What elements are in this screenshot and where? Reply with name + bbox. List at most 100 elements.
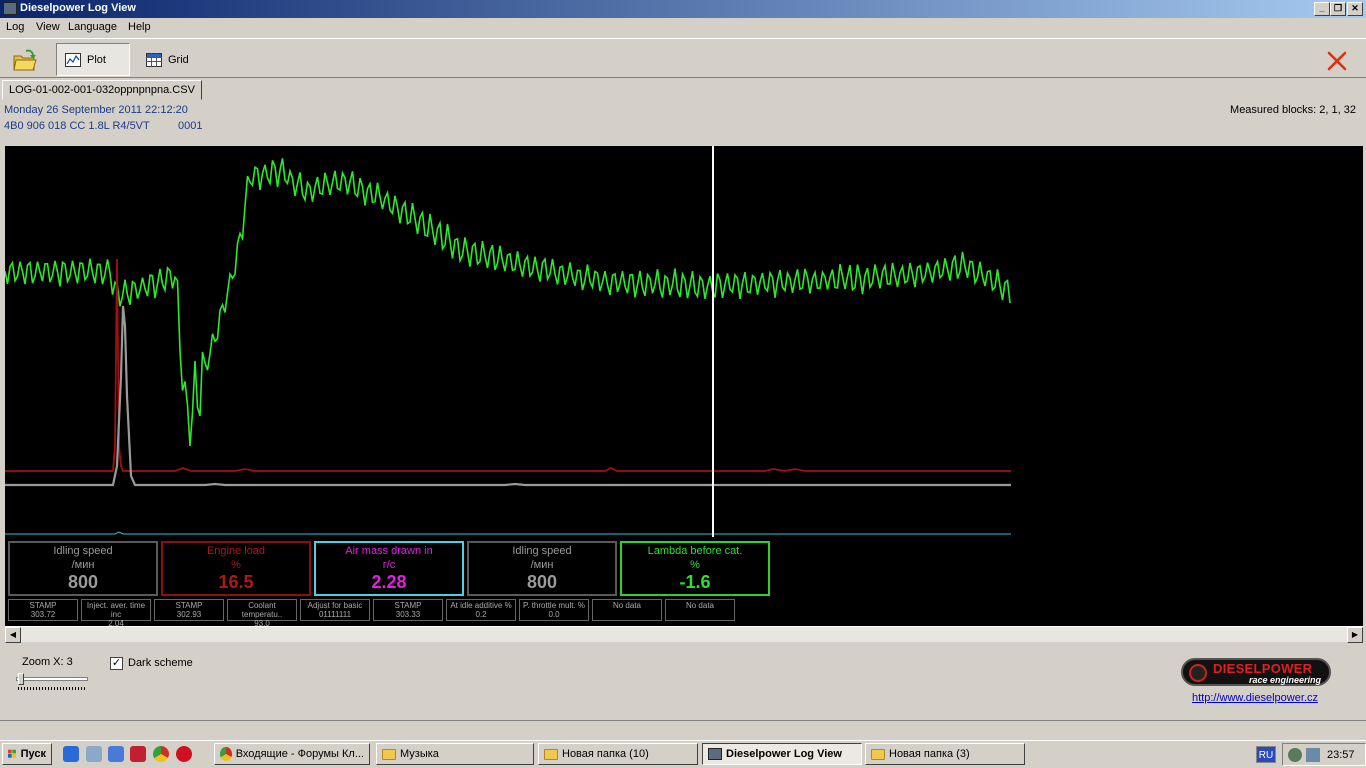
mini-cell: STAMP 303.33 — [373, 599, 443, 621]
mini-name: No data — [685, 601, 715, 610]
tray-network-icon[interactable] — [1306, 748, 1320, 762]
task-label: Новая папка (3) — [889, 748, 970, 760]
gauge-name: Idling speed — [512, 545, 572, 557]
menu-view[interactable]: View — [36, 21, 60, 33]
menu-log[interactable]: Log — [6, 21, 24, 33]
minimize-button[interactable]: _ — [1314, 2, 1330, 16]
task-new-folder-3[interactable]: Новая папка (3) — [865, 743, 1025, 765]
language-indicator[interactable]: RU — [1256, 746, 1276, 763]
clock: 23:57 — [1327, 749, 1355, 761]
mini-name: STAMP — [394, 601, 422, 610]
menu-help[interactable]: Help — [128, 21, 151, 33]
mini-cell: Coolant temperatu.. 93.0 — [227, 599, 297, 628]
mini-cell: STAMP 303.72 — [8, 599, 78, 621]
mini-cell: STAMP 302.93 — [154, 599, 224, 621]
scroll-left-arrow[interactable]: ◀ — [5, 627, 21, 643]
mini-cell: No data — [592, 599, 662, 621]
brand-name: DIESELPOWER — [1213, 661, 1313, 676]
gauge-unit: % — [690, 559, 700, 571]
gauge-panel: Idling speed /мин 800 Engine load % 16.5… — [5, 537, 1363, 628]
dark-scheme-label: Dark scheme — [128, 657, 193, 669]
start-button[interactable]: Пуск — [2, 743, 52, 765]
website-link[interactable]: http://www.dieselpower.cz — [1192, 692, 1318, 704]
mini-value: 303.33 — [395, 610, 421, 619]
mini-value: 0.2 — [475, 610, 487, 619]
gauge-value: 800 — [67, 572, 99, 592]
restore-button[interactable]: ❐ — [1330, 2, 1346, 16]
taskbar: Пуск Входящие - Форумы Кл... Музыка Нова… — [0, 740, 1366, 768]
task-new-folder-10[interactable]: Новая папка (10) — [538, 743, 698, 765]
app-icon — [3, 2, 17, 15]
gauge-air-mass: Air mass drawn in г/с 2.28 — [314, 541, 464, 596]
mini-cell: No data — [665, 599, 735, 621]
gauge-value: -1.6 — [679, 572, 711, 592]
close-window-button[interactable]: ✕ — [1347, 2, 1363, 16]
mini-name: P. throttle mult. % — [522, 601, 586, 610]
gauge-idling-speed-1: Idling speed /мин 800 — [8, 541, 158, 596]
toolbar: Plot Grid — [0, 38, 1366, 78]
gauge-idling-speed-2: Idling speed /мин 800 — [467, 541, 617, 596]
mini-cell: P. throttle mult. % 0.0 — [519, 599, 589, 621]
ecu-id: 4B0 906 018 CC 1.8L R4/5VT — [4, 120, 150, 132]
grid-icon — [146, 52, 162, 67]
gauge-value: 800 — [526, 572, 558, 592]
explorer-icon[interactable] — [108, 746, 124, 762]
task-music[interactable]: Музыка — [376, 743, 534, 765]
menu-language[interactable]: Language — [68, 21, 117, 33]
zoom-slider-thumb[interactable] — [18, 673, 24, 685]
tray-icon[interactable] — [1288, 748, 1302, 762]
close-log-icon[interactable] — [1326, 50, 1348, 72]
plot-area[interactable] — [4, 146, 1363, 537]
task-label: Новая папка (10) — [562, 748, 649, 760]
plot-icon — [65, 52, 81, 67]
mini-name: Adjust for basic — [307, 601, 363, 610]
gauge-name: Idling speed — [53, 545, 113, 557]
title-bar: Dieselpower Log View _ ❐ ✕ — [0, 0, 1366, 18]
plot-button[interactable]: Plot — [56, 43, 130, 76]
chrome-icon[interactable] — [153, 746, 169, 762]
gauge-name: Engine load — [206, 545, 266, 557]
gauge-name: Air mass drawn in — [345, 545, 433, 557]
book-icon[interactable] — [130, 746, 146, 762]
system-tray: 23:57 — [1282, 743, 1366, 766]
mini-name: At idle additive % — [450, 601, 512, 610]
ecu-code: 0001 — [178, 120, 203, 132]
plot-canvas — [4, 146, 1011, 537]
mini-name: No data — [612, 601, 642, 610]
scroll-right-arrow[interactable]: ▶ — [1347, 627, 1363, 643]
opera-icon[interactable] — [176, 746, 192, 762]
zoom-slider[interactable] — [16, 673, 88, 693]
idling-speed-trace — [5, 305, 1011, 487]
open-folder-icon — [13, 49, 37, 70]
mini-cell: At idle additive % 0.2 — [446, 599, 516, 621]
gauge-name: Lambda before cat. — [647, 545, 743, 557]
mini-value: 0.0 — [548, 610, 560, 619]
brand-tagline: race engineering — [1249, 675, 1322, 685]
mini-name: STAMP — [175, 601, 203, 610]
options-panel: Zoom X: 3 ✓ Dark scheme DIESELPOWER race… — [0, 648, 1366, 718]
mini-cell: Adjust for basic 01111111 — [300, 599, 370, 621]
folder-icon — [871, 748, 885, 760]
ie-icon[interactable] — [63, 746, 79, 762]
grid-button[interactable]: Grid — [138, 43, 198, 76]
dark-scheme-checkbox[interactable]: ✓ — [110, 657, 123, 670]
menu-bar: Log View Language Help — [0, 18, 1366, 38]
horizontal-scrollbar[interactable]: ◀ ▶ — [5, 626, 1363, 643]
start-label: Пуск — [20, 748, 46, 760]
gauge-unit: /мин — [71, 559, 95, 571]
mini-name: STAMP — [29, 601, 57, 610]
tab-log-file[interactable]: LOG-01-002-001-032oppnpnpna.CSV — [2, 80, 202, 100]
lambda-trace — [4, 158, 1011, 447]
task-label: Входящие - Форумы Кл... — [235, 748, 364, 760]
measured-blocks: Measured blocks: 2, 1, 32 — [1230, 104, 1356, 116]
grid-label: Grid — [168, 53, 189, 66]
task-chrome[interactable]: Входящие - Форумы Кл... — [214, 743, 370, 765]
task-label: Dieselpower Log View — [726, 748, 842, 760]
gauge-unit: г/с — [382, 559, 396, 571]
gauge-value: 16.5 — [218, 572, 254, 592]
calculator-icon[interactable] — [86, 746, 102, 762]
open-log-button[interactable] — [4, 43, 48, 76]
plot-label: Plot — [87, 53, 106, 66]
gauge-value: 2.28 — [371, 572, 407, 592]
task-dieselpower[interactable]: Dieselpower Log View — [702, 743, 862, 765]
